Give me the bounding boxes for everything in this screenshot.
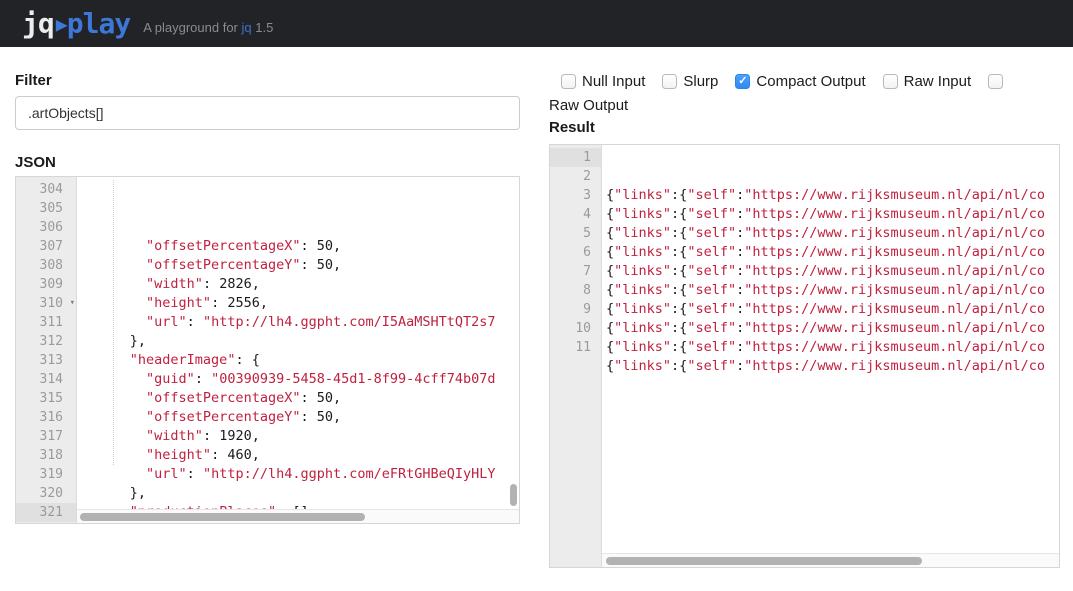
json-vertical-scrollbar-thumb[interactable] — [510, 484, 517, 506]
slurp-option[interactable]: Slurp — [662, 73, 718, 90]
line-number: 310▾ — [16, 294, 76, 313]
raw-input-option[interactable]: Raw Input — [883, 73, 972, 90]
slurp-checkbox[interactable] — [662, 74, 677, 89]
code-line — [606, 376, 1059, 395]
json-horizontal-scrollbar-thumb[interactable] — [80, 513, 365, 521]
line-number: 5 — [550, 224, 601, 243]
line-number: 312 — [16, 332, 76, 351]
line-number: 6 — [550, 243, 601, 262]
options-row: Null Input Slurp ✓ Compact Output Raw Input — [549, 73, 1060, 90]
play-triangle-icon: ▶ — [56, 12, 67, 36]
line-number: 304 — [16, 180, 76, 199]
line-number: 316 — [16, 408, 76, 427]
raw-output-wrapped-label[interactable]: Raw Output — [549, 97, 1060, 114]
line-number: 4 — [550, 205, 601, 224]
line-number: 317 — [16, 427, 76, 446]
line-number: 1 — [550, 148, 601, 167]
json-input-editor[interactable]: "offsetPercentageX": 50, "offsetPercenta… — [77, 177, 519, 523]
result-editor-gutter: 1234567891011 — [550, 145, 602, 567]
app-header: jq▶play A playground for jq 1.5 — [0, 0, 1073, 47]
code-line: "offsetPercentageX": 50, — [81, 237, 519, 256]
jqplay-logo[interactable]: jq▶play — [22, 7, 130, 40]
code-line: }, — [81, 332, 519, 351]
result-horizontal-scrollbar[interactable] — [602, 553, 1059, 567]
option-label: Null Input — [582, 73, 645, 90]
code-line: {"links":{"self":"https://www.rijksmuseu… — [606, 281, 1059, 300]
line-number: 318 — [16, 446, 76, 465]
code-line: "width": 1920, — [81, 427, 519, 446]
null-input-checkbox[interactable] — [561, 74, 576, 89]
result-editor: 1234567891011 {"links":{"self":"https://… — [549, 144, 1060, 568]
code-line: "guid": "00390939-5458-45d1-8f99-4cff74b… — [81, 370, 519, 389]
result-label: Result — [549, 120, 1060, 136]
result-horizontal-scrollbar-thumb[interactable] — [606, 557, 922, 565]
logo-jq-text: jq — [22, 7, 54, 40]
code-line: {"links":{"self":"https://www.rijksmuseu… — [606, 186, 1059, 205]
line-number: 315 — [16, 389, 76, 408]
code-line: {"links":{"self":"https://www.rijksmuseu… — [606, 243, 1059, 262]
code-line: {"links":{"self":"https://www.rijksmuseu… — [606, 205, 1059, 224]
indent-guide — [113, 180, 114, 465]
main-content: Filter JSON 304305306307308309310▾311312… — [0, 47, 1073, 568]
option-label: Raw Input — [904, 73, 972, 90]
line-number: 321 — [16, 503, 76, 522]
filter-input[interactable] — [15, 96, 520, 130]
code-line: {"links":{"self":"https://www.rijksmuseu… — [606, 262, 1059, 281]
jq-link[interactable]: jq — [242, 20, 252, 35]
code-line: "offsetPercentageY": 50, — [81, 256, 519, 275]
code-line: "width": 2826, — [81, 275, 519, 294]
line-number: 307 — [16, 237, 76, 256]
line-number: 313 — [16, 351, 76, 370]
subtitle-prefix: A playground for — [143, 20, 238, 35]
line-number: 309 — [16, 275, 76, 294]
raw-output-checkbox[interactable] — [988, 74, 1003, 89]
code-line: {"links":{"self":"https://www.rijksmuseu… — [606, 300, 1059, 319]
code-line: "url": "http://lh4.ggpht.com/eFRtGHBeQIy… — [81, 465, 519, 484]
line-number: 2 — [550, 167, 601, 186]
code-line: {"links":{"self":"https://www.rijksmuseu… — [606, 224, 1059, 243]
json-editor: 304305306307308309310▾311312313314315316… — [15, 176, 520, 524]
line-number: 311 — [16, 313, 76, 332]
line-number: 306 — [16, 218, 76, 237]
line-number: 308 — [16, 256, 76, 275]
filter-label: Filter — [15, 73, 520, 89]
line-number: 11 — [550, 338, 601, 357]
json-label: JSON — [15, 155, 520, 171]
right-column: Null InputSlurp✓Compact OutputRaw Input … — [549, 73, 1060, 568]
line-number: 10 — [550, 319, 601, 338]
line-number: 7 — [550, 262, 601, 281]
line-number: 9 — [550, 300, 601, 319]
result-output: {"links":{"self":"https://www.rijksmuseu… — [602, 145, 1059, 567]
code-line: "offsetPercentageX": 50, — [81, 389, 519, 408]
line-number: 305 — [16, 199, 76, 218]
code-line: {"links":{"self":"https://www.rijksmuseu… — [606, 338, 1059, 357]
code-line: "height": 460, — [81, 446, 519, 465]
line-number: 320 — [16, 484, 76, 503]
left-column: Filter JSON 304305306307308309310▾311312… — [15, 73, 520, 568]
option-label: Compact Output — [756, 73, 865, 90]
json-horizontal-scrollbar[interactable] — [77, 509, 519, 523]
code-line: {"links":{"self":"https://www.rijksmuseu… — [606, 319, 1059, 338]
line-number: 8 — [550, 281, 601, 300]
code-line: {"links":{"self":"https://www.rijksmuseu… — [606, 357, 1059, 376]
code-line: "url": "http://lh4.ggpht.com/I5AaMSHTtQT… — [81, 313, 519, 332]
code-line: "height": 2556, — [81, 294, 519, 313]
subtitle-version: 1.5 — [255, 20, 273, 35]
line-number: 319 — [16, 465, 76, 484]
code-line: "offsetPercentageY": 50, — [81, 408, 519, 427]
null-input-option[interactable]: Null Input — [561, 73, 645, 90]
fold-arrow-icon[interactable]: ▾ — [70, 294, 75, 313]
option-label: Slurp — [683, 73, 718, 90]
raw-output-option[interactable] — [988, 74, 1003, 89]
code-line: "headerImage": { — [81, 351, 519, 370]
raw-input-checkbox[interactable] — [883, 74, 898, 89]
line-number: 3 — [550, 186, 601, 205]
compact-output-option[interactable]: ✓ Compact Output — [735, 73, 865, 90]
header-subtitle: A playground for jq 1.5 — [143, 20, 273, 35]
compact-output-checkbox[interactable]: ✓ — [735, 74, 750, 89]
logo-play-text: play — [67, 7, 130, 40]
code-line: }, — [81, 484, 519, 503]
line-number: 314 — [16, 370, 76, 389]
json-editor-gutter: 304305306307308309310▾311312313314315316… — [16, 177, 77, 523]
